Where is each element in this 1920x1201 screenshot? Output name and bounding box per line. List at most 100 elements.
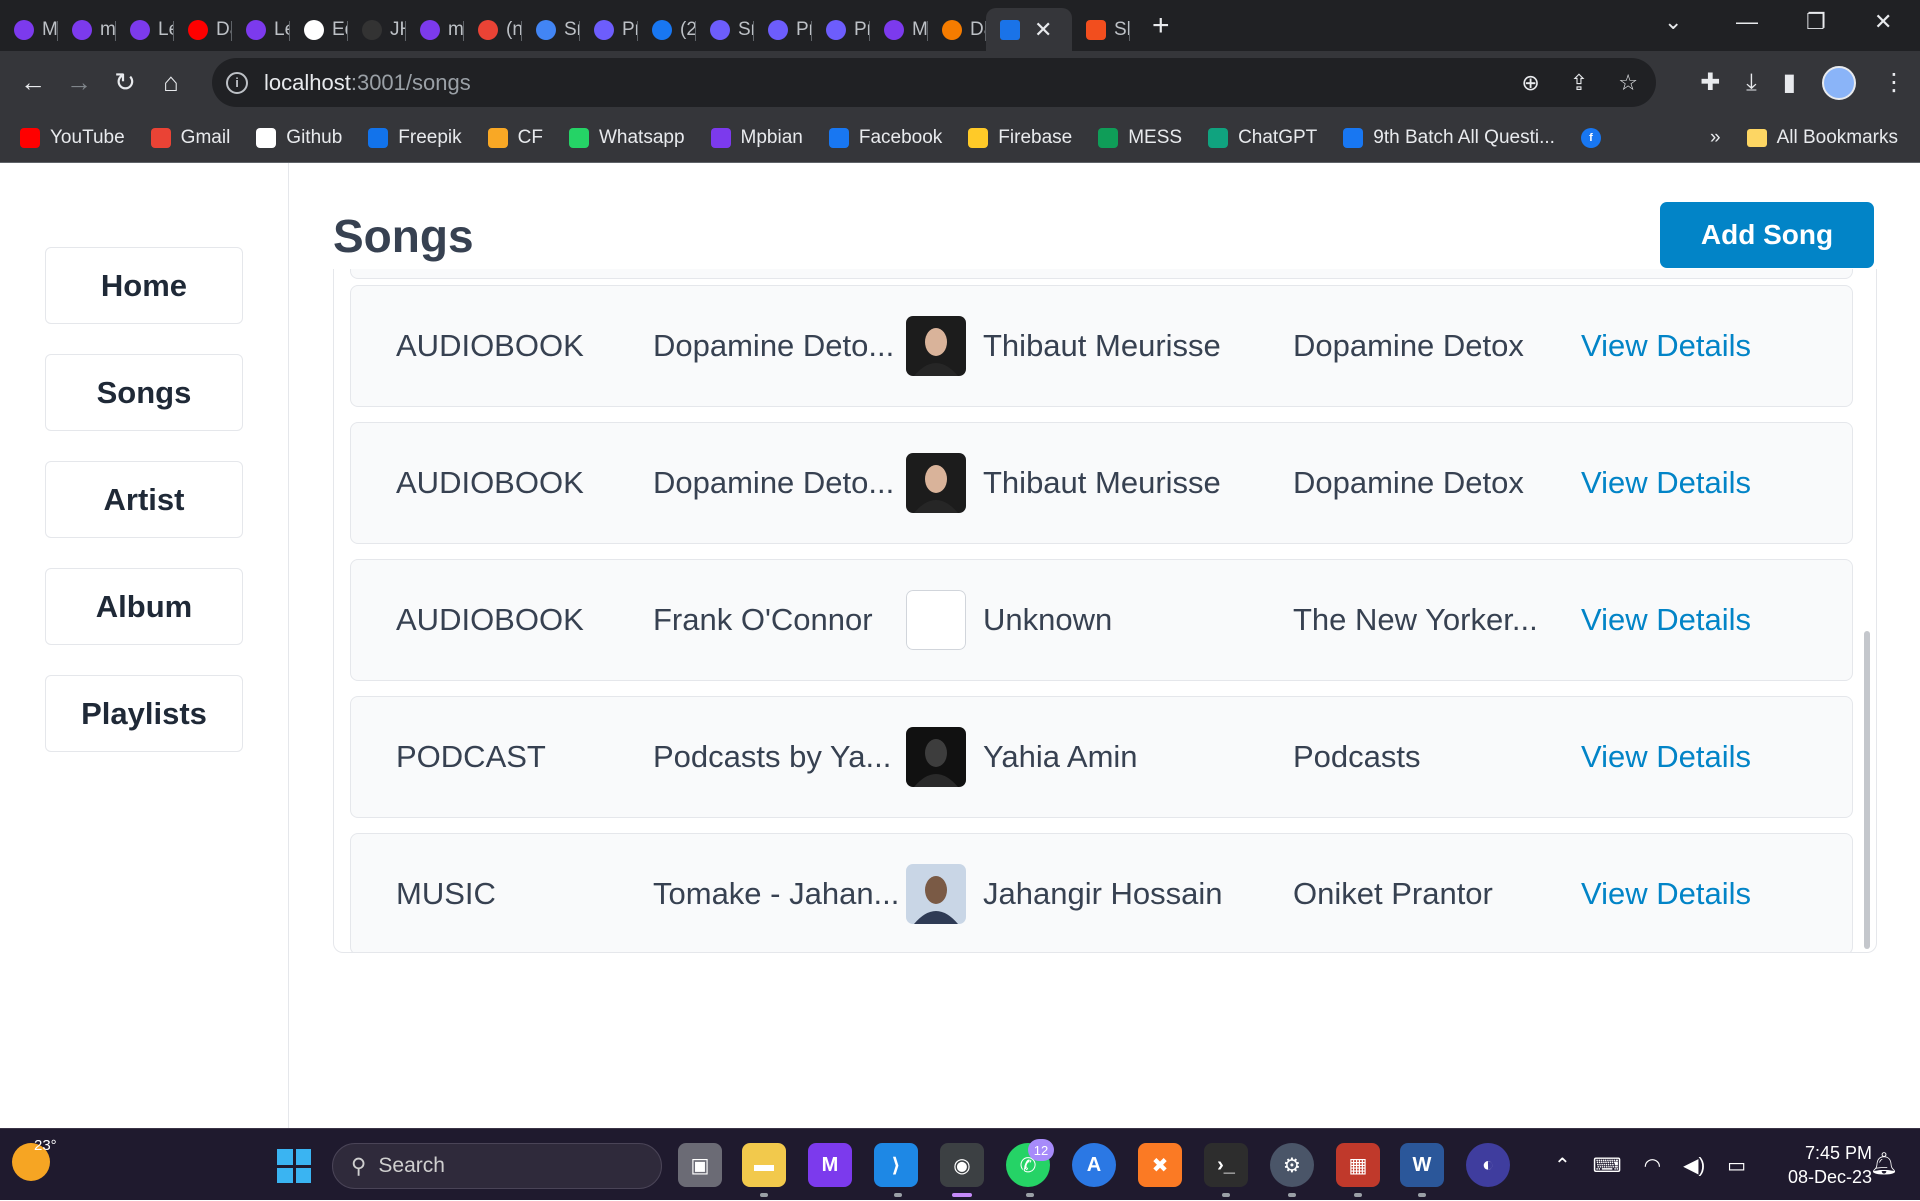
browser-tab[interactable]: M [870, 13, 928, 47]
minimize-icon[interactable]: — [1736, 0, 1758, 44]
bookmarks-overflow-icon[interactable]: » [1710, 127, 1721, 149]
browser-tab[interactable]: Ed [290, 13, 348, 47]
bookmark-item[interactable]: YouTube [20, 127, 125, 149]
chrome-icon[interactable]: ◉ [940, 1143, 984, 1187]
close-window-icon[interactable]: ✕ [1874, 0, 1892, 44]
song-row: PODCAST Podcasts by Ya... Yahia Amin Podcas… [350, 696, 1853, 818]
xampp-icon[interactable]: ✖ [1138, 1143, 1182, 1187]
battery-icon[interactable]: ▭ [1727, 1153, 1746, 1178]
scrollbar-thumb[interactable] [1864, 631, 1870, 949]
browser-tab[interactable]: JH [348, 13, 406, 47]
all-bookmarks-button[interactable]: All Bookmarks [1746, 127, 1898, 149]
scrollbar[interactable] [1864, 279, 1870, 949]
tab-label: (n [506, 18, 522, 40]
tab-favicon-icon [246, 19, 266, 40]
volume-icon[interactable]: ◀) [1683, 1153, 1705, 1178]
menu-kebab-icon[interactable]: ⋮ [1882, 68, 1906, 97]
wifi-icon[interactable]: ◠ [1644, 1153, 1661, 1178]
settings-icon[interactable]: ⚙ [1270, 1143, 1314, 1187]
browser-tab[interactable]: Pri [580, 13, 638, 47]
browser-tab[interactable]: (n [464, 13, 522, 47]
browser-tab[interactable]: Pri [754, 13, 812, 47]
browser-tab[interactable]: Da [928, 13, 986, 47]
browser-tab[interactable]: Le [232, 13, 290, 47]
restore-icon[interactable]: ❐ [1806, 0, 1826, 44]
bookmark-item[interactable]: Mpbian [710, 127, 803, 149]
browser-tab[interactable]: (2) [638, 13, 696, 47]
view-details-link[interactable]: View Details [1581, 697, 1781, 817]
file-explorer-icon[interactable]: ▬ [742, 1143, 786, 1187]
view-details-link[interactable]: View Details [1581, 834, 1781, 952]
songs-list[interactable]: AUDIOBOOK Dopamine Deto... Thibaut Meuriss… [333, 269, 1877, 953]
browser-tab[interactable]: Sn [696, 13, 754, 47]
artist-thumbnail [906, 697, 966, 817]
tab-favicon-icon [652, 19, 672, 40]
address-bar[interactable]: i localhost:3001/songs ⊕ ⇪ ☆ [212, 58, 1656, 107]
browser-tab[interactable]: Da [174, 13, 232, 47]
browser-tab[interactable]: Le [116, 13, 174, 47]
tab-search-icon[interactable]: ⌄ [1664, 0, 1682, 44]
bookmark-item[interactable]: Freepik [368, 127, 462, 149]
view-details-link[interactable]: View Details [1581, 286, 1781, 406]
mpbian-app-icon[interactable]: M [808, 1143, 852, 1187]
view-details-link[interactable]: View Details [1581, 423, 1781, 543]
bookmark-item[interactable]: CF [487, 127, 543, 149]
share-icon[interactable]: ⇪ [1570, 70, 1588, 96]
site-info-icon[interactable]: i [226, 71, 248, 94]
night-light-app-icon[interactable]: ◐ [1466, 1143, 1510, 1187]
sidebar-item-artist[interactable]: Artist [45, 461, 243, 538]
tray-overflow-icon[interactable]: ⌃ [1554, 1153, 1571, 1178]
bookmark-item[interactable]: Github [256, 127, 342, 149]
forward-icon[interactable]: → [56, 67, 102, 98]
bookmark-star-icon[interactable]: ☆ [1618, 70, 1638, 96]
browser-tab[interactable]: m [58, 13, 116, 47]
facebook-icon[interactable]: f [1580, 128, 1601, 148]
tab-active[interactable]: ✕ [986, 8, 1072, 51]
bookmark-item[interactable]: Firebase [968, 127, 1072, 149]
sidebar-item-songs[interactable]: Songs [45, 354, 243, 431]
bookmark-item[interactable]: Facebook [828, 127, 942, 149]
task-view-icon[interactable]: ▣ [678, 1143, 722, 1187]
zoom-icon[interactable]: ⊕ [1521, 70, 1539, 96]
browser-tab[interactable]: Sn [522, 13, 580, 47]
home-icon[interactable]: ⌂ [148, 67, 194, 98]
app-store-icon[interactable]: A [1072, 1143, 1116, 1187]
bookmark-label: Gmail [180, 127, 231, 148]
view-details-link[interactable]: View Details [1581, 560, 1781, 680]
system-clock[interactable]: 7:45 PM 08-Dec-23 [1762, 1141, 1872, 1189]
winrar-icon[interactable]: ▦ [1336, 1143, 1380, 1187]
browser-tab[interactable]: Pri [812, 13, 870, 47]
album-name: Podcasts [1293, 739, 1421, 774]
taskbar-search[interactable]: ⚲ Search [332, 1143, 662, 1189]
system-tray: ⌃ ⌨ ◠ ◀) ▭ [1554, 1129, 1746, 1201]
download-icon[interactable]: ⤓ [1746, 69, 1757, 97]
notification-bell-icon[interactable]: 🔔︎ [1870, 1151, 1898, 1177]
reload-icon[interactable]: ↻ [102, 67, 148, 98]
side-panel-icon[interactable]: ▮ [1783, 68, 1796, 97]
terminal-icon[interactable]: ›_ [1204, 1143, 1248, 1187]
bookmark-item[interactable]: ChatGPT [1208, 127, 1317, 149]
weather-temperature: 23° [34, 1137, 57, 1154]
bookmark-label: ChatGPT [1238, 127, 1318, 148]
sidebar-item-album[interactable]: Album [45, 568, 243, 645]
sidebar-item-playlists[interactable]: Playlists [45, 675, 243, 752]
vscode-icon[interactable]: ⟩ [874, 1143, 918, 1187]
word-icon[interactable]: W [1400, 1143, 1444, 1187]
extensions-icon[interactable]: ✚ [1700, 68, 1720, 97]
bookmark-item[interactable]: 9th Batch All Questi... [1343, 127, 1555, 149]
windows-start-icon[interactable] [277, 1149, 311, 1183]
weather-widget[interactable]: 23° [12, 1137, 57, 1181]
bookmark-item[interactable]: Gmail [150, 127, 231, 149]
keyboard-icon[interactable]: ⌨ [1593, 1153, 1622, 1178]
sidebar-item-home[interactable]: Home [45, 247, 243, 324]
bookmark-item[interactable]: MESS [1098, 127, 1182, 149]
bookmark-item[interactable]: Whatsapp [568, 127, 685, 149]
tab-figma[interactable]: Sh [1072, 13, 1130, 47]
back-icon[interactable]: ← [10, 67, 56, 98]
add-song-button[interactable]: Add Song [1660, 202, 1874, 268]
close-tab-icon[interactable]: ✕ [1034, 17, 1052, 43]
new-tab-icon[interactable]: + [1152, 9, 1170, 43]
profile-avatar[interactable] [1822, 65, 1856, 100]
browser-tab[interactable]: m [406, 13, 464, 47]
browser-tab[interactable]: M [0, 13, 58, 47]
